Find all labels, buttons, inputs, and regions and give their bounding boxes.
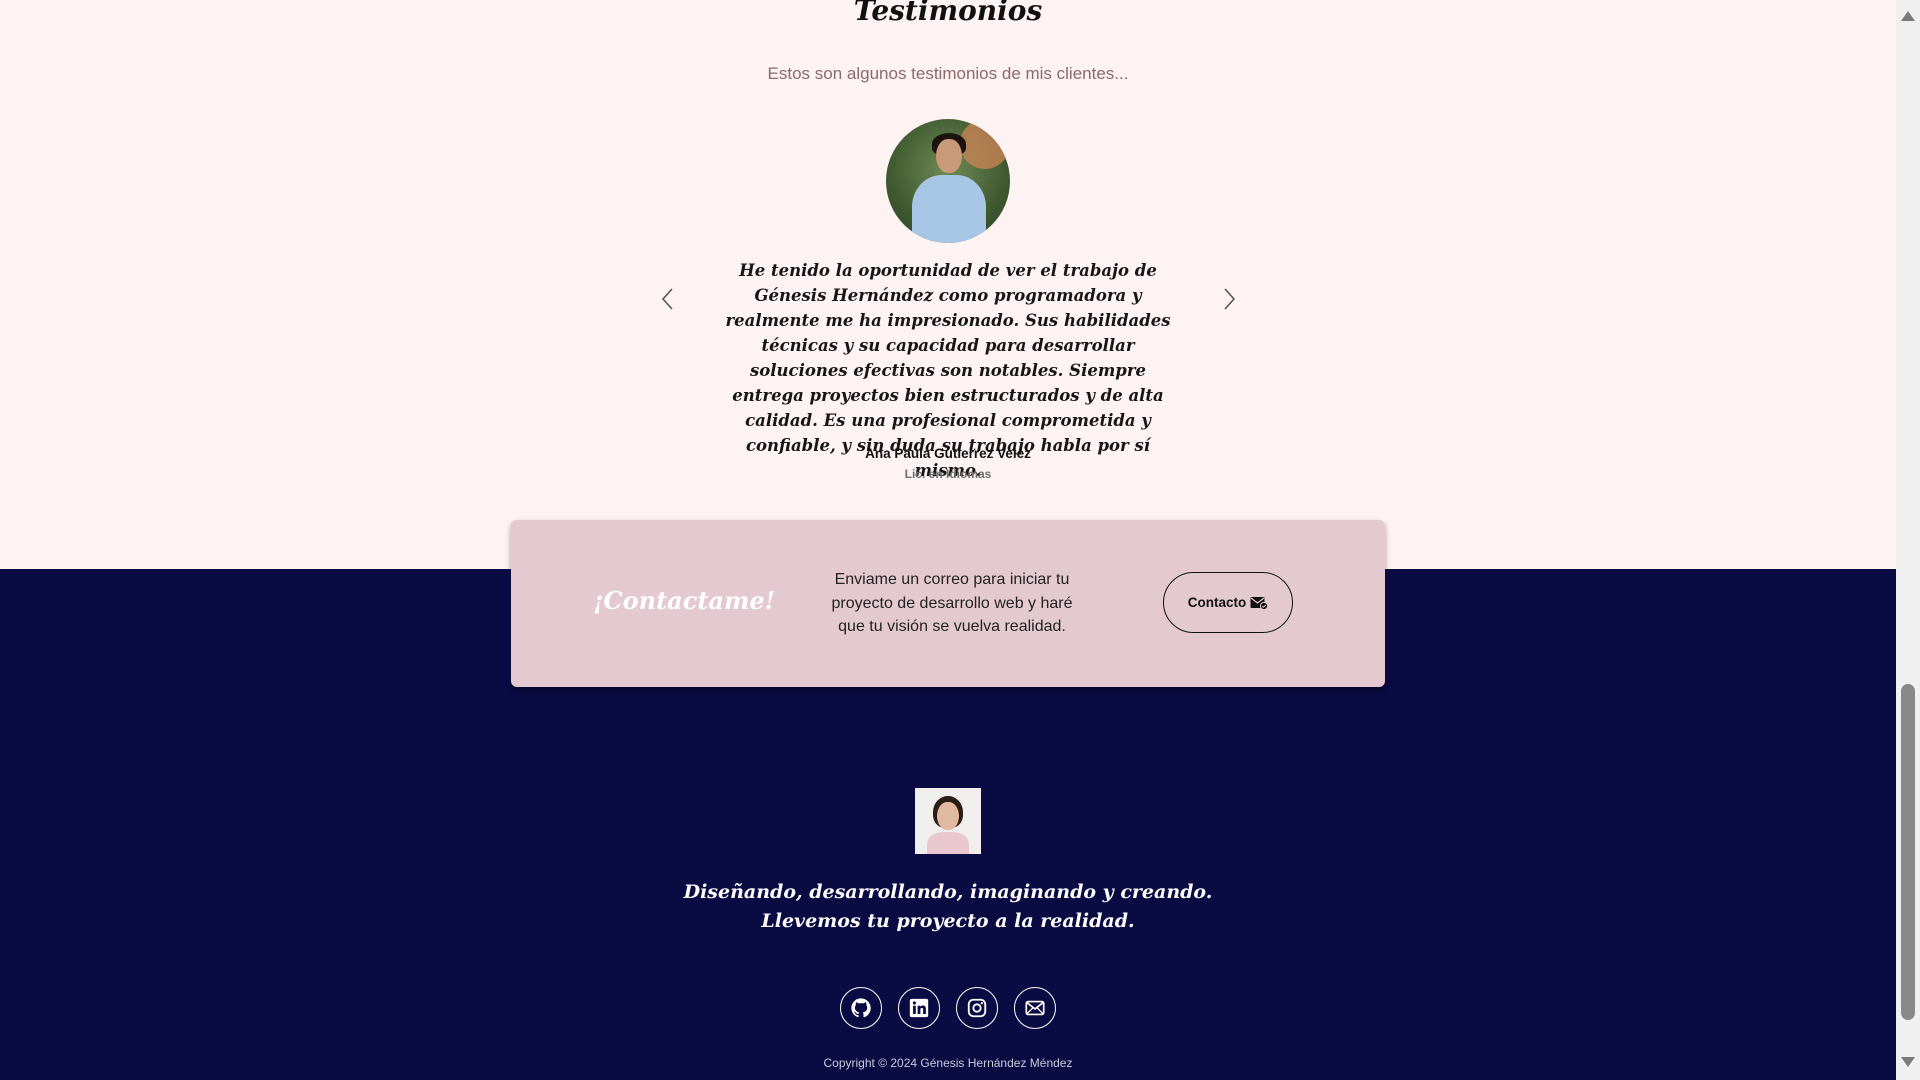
instagram-link[interactable]	[956, 987, 998, 1029]
contact-title: ¡Contactame!	[593, 586, 776, 615]
vertical-scrollbar[interactable]	[1896, 0, 1920, 1080]
linkedin-icon	[909, 998, 929, 1018]
footer-profile-photo	[915, 788, 981, 854]
envelope-icon	[1025, 1000, 1045, 1016]
copyright-text: Copyright © 2024 Génesis Hernández Ménde…	[823, 1056, 1073, 1070]
carousel-prev-button[interactable]	[656, 284, 680, 314]
triangle-down-icon	[1901, 1057, 1915, 1067]
scroll-down-button[interactable]	[1899, 1054, 1917, 1070]
section-title: Testimonios	[853, 0, 1043, 27]
triangle-up-icon	[1901, 11, 1915, 21]
contact-button[interactable]: Contacto	[1163, 572, 1293, 633]
contact-button-label: Contacto	[1187, 595, 1247, 610]
footer-tagline: Diseñando, desarrollando, imaginando y c…	[0, 878, 1896, 936]
mail-check-icon	[1250, 596, 1269, 610]
tagline-line-1: Diseñando, desarrollando, imaginando y c…	[683, 881, 1213, 903]
section-subtitle: Estos son algunos testimonios de mis cli…	[767, 64, 1129, 83]
chevron-right-icon	[1224, 288, 1236, 310]
social-links	[840, 987, 1056, 1029]
email-link[interactable]	[1014, 987, 1056, 1029]
contact-text: Enviame un correo para iniciar tu proyec…	[831, 571, 1073, 635]
contact-card: ¡Contactame! Enviame un correo para inic…	[511, 520, 1385, 687]
carousel-next-button[interactable]	[1217, 284, 1241, 314]
github-link[interactable]	[840, 987, 882, 1029]
scrollbar-thumb[interactable]	[1901, 684, 1915, 1020]
page-viewport: Testimonios Estos son algunos testimonio…	[0, 0, 1896, 1080]
testimonial-avatar	[886, 119, 1010, 243]
tagline-line-2: Llevemos tu proyecto a la realidad.	[761, 910, 1135, 932]
github-icon	[851, 998, 871, 1018]
linkedin-link[interactable]	[898, 987, 940, 1029]
instagram-icon	[967, 998, 987, 1018]
testimonial-author: Ana Paula Gutierrez Velez	[865, 446, 1031, 461]
scroll-up-button[interactable]	[1899, 8, 1917, 24]
chevron-left-icon	[661, 288, 673, 310]
testimonial-author-role: Lic. en Idiomas	[904, 467, 992, 481]
testimonials-section: Testimonios Estos son algunos testimonio…	[0, 0, 1896, 569]
